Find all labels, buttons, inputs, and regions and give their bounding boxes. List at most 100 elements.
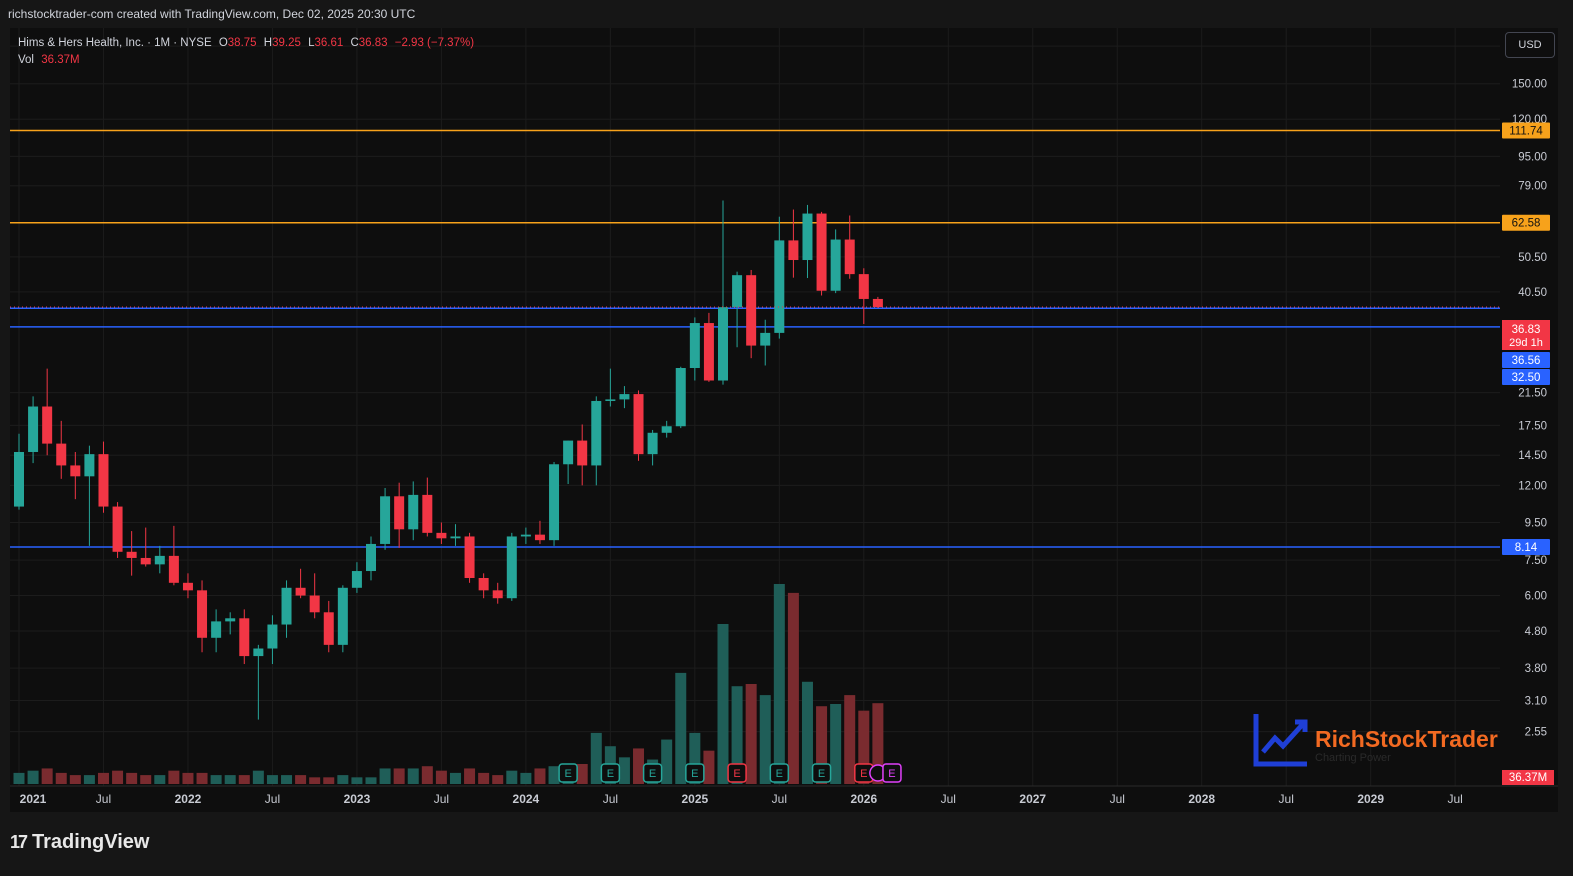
chart-credit: richstocktrader-com created with Trading… (8, 7, 416, 21)
candle-body (534, 534, 545, 541)
earnings-marker-label: E (888, 768, 895, 780)
price-tick-label: 150.00 (1512, 79, 1547, 91)
time-tick-label: 2023 (344, 792, 371, 806)
price-tick-label: 50.50 (1518, 252, 1547, 264)
price-tick-label: 95.00 (1518, 151, 1547, 163)
time-tick-label: 2022 (175, 792, 202, 806)
volume-bar (295, 775, 307, 784)
price-tick-label: 2.55 (1525, 727, 1547, 739)
time-tick-label: 2021 (20, 792, 47, 806)
price-tick-label: 40.50 (1518, 287, 1547, 299)
candle-body (577, 440, 588, 466)
volume-bar (421, 766, 433, 784)
price-tick-label: 3.80 (1525, 663, 1547, 675)
time-tick-label: Jul (772, 792, 787, 806)
price-tick-label: 9.50 (1525, 517, 1547, 529)
time-tick-label: Jul (1447, 792, 1462, 806)
time-tick-label: Jul (1110, 792, 1125, 806)
volume-bar (140, 775, 152, 784)
price-tick-label: 12.00 (1518, 480, 1547, 492)
earnings-marker-label: E (818, 768, 825, 780)
candle-body (351, 571, 362, 588)
candle-body (337, 587, 348, 645)
candle-body (746, 275, 757, 346)
candle-body (70, 465, 81, 477)
candle-body (98, 454, 109, 507)
volume-bar (27, 770, 39, 784)
candle-body (239, 618, 250, 657)
earnings-marker-label: E (607, 768, 614, 780)
volume-bar (520, 772, 532, 784)
volume-bar (633, 748, 645, 784)
price-tick-label: 3.10 (1525, 696, 1547, 708)
candle-body (689, 323, 700, 368)
candle-body (126, 551, 137, 558)
time-tick-label: Jul (96, 792, 111, 806)
volume-bar (182, 772, 194, 784)
volume-bar (168, 770, 180, 784)
currency-button[interactable]: USD (1505, 32, 1555, 58)
change-value: −2.93 (−7.37%) (394, 37, 475, 49)
candle-body (197, 590, 208, 638)
candle-body (253, 648, 264, 657)
time-tick-label: 2025 (681, 792, 708, 806)
candle-body (732, 275, 743, 308)
candle-body (802, 213, 813, 261)
volume-bar (365, 777, 377, 784)
candle-body (830, 239, 841, 291)
watermark-name: RichStockTrader (1315, 726, 1498, 752)
candle-body (506, 536, 517, 599)
volume-bar (435, 770, 447, 784)
volume-bar (252, 770, 264, 784)
volume-bar (393, 768, 405, 784)
price-tick-label: 7.50 (1525, 555, 1547, 567)
volume-bar (773, 584, 785, 784)
volume-bar (618, 757, 630, 784)
volume-bar (759, 695, 771, 784)
candle-body (323, 612, 334, 645)
candle-body (140, 557, 151, 565)
candle-body (380, 496, 391, 544)
richstocktrader-watermark: RichStockTrader Charting Power (1253, 712, 1513, 768)
candle-body (56, 443, 67, 466)
candle-body (718, 307, 728, 381)
time-tick-label: 2026 (850, 792, 877, 806)
volume-bar (801, 681, 813, 784)
level-price-tag: 32.50 (1512, 372, 1541, 384)
tradingview-logo-icon: 17 (10, 832, 28, 852)
volume-bar (478, 772, 490, 784)
candle-body (422, 494, 433, 533)
price-chart[interactable]: E E E E E E E E E 2.55 3.10 3.80 4.80 6.00 7.50 9.50 12.… (10, 28, 1558, 812)
volume-bar (717, 624, 729, 784)
volume-bar (323, 777, 335, 784)
candle-body (408, 494, 419, 530)
tradingview-footer[interactable]: 17 TradingView (10, 831, 149, 854)
candle-body (28, 406, 39, 452)
symbol-legend: Hims & Hers Health, Inc. · 1M · NYSE O38… (18, 35, 474, 69)
earnings-marker-label: E (691, 768, 698, 780)
volume-bar (844, 695, 856, 784)
volume-bar (464, 768, 476, 784)
volume-bar (703, 750, 715, 784)
volume-bar (112, 770, 124, 784)
time-tick-label: 2028 (1188, 792, 1215, 806)
volume-bar (407, 768, 419, 784)
candle-body (872, 298, 883, 308)
candle-body (182, 582, 193, 591)
earnings-marker-label: E (564, 768, 571, 780)
price-tick-label: 79.00 (1518, 181, 1547, 193)
candle-body (633, 394, 644, 455)
volume-bar (154, 775, 166, 784)
volume-bar (83, 775, 95, 784)
volume-bar (506, 770, 518, 784)
volume-bar (97, 772, 109, 784)
candle-body (788, 240, 799, 261)
volume-bar (576, 764, 588, 784)
volume-tag: 36.37M (1509, 772, 1547, 784)
volume-bar (675, 672, 687, 784)
candle-body (816, 213, 827, 291)
time-tick-label: Jul (941, 792, 956, 806)
level-price-tag: 111.74 (1509, 126, 1543, 138)
chart-pane[interactable]: E E E E E E E E E 2.55 3.10 3.80 4.80 6.00 7.50 9.50 12.… (10, 28, 1558, 812)
volume-bar (534, 768, 546, 784)
